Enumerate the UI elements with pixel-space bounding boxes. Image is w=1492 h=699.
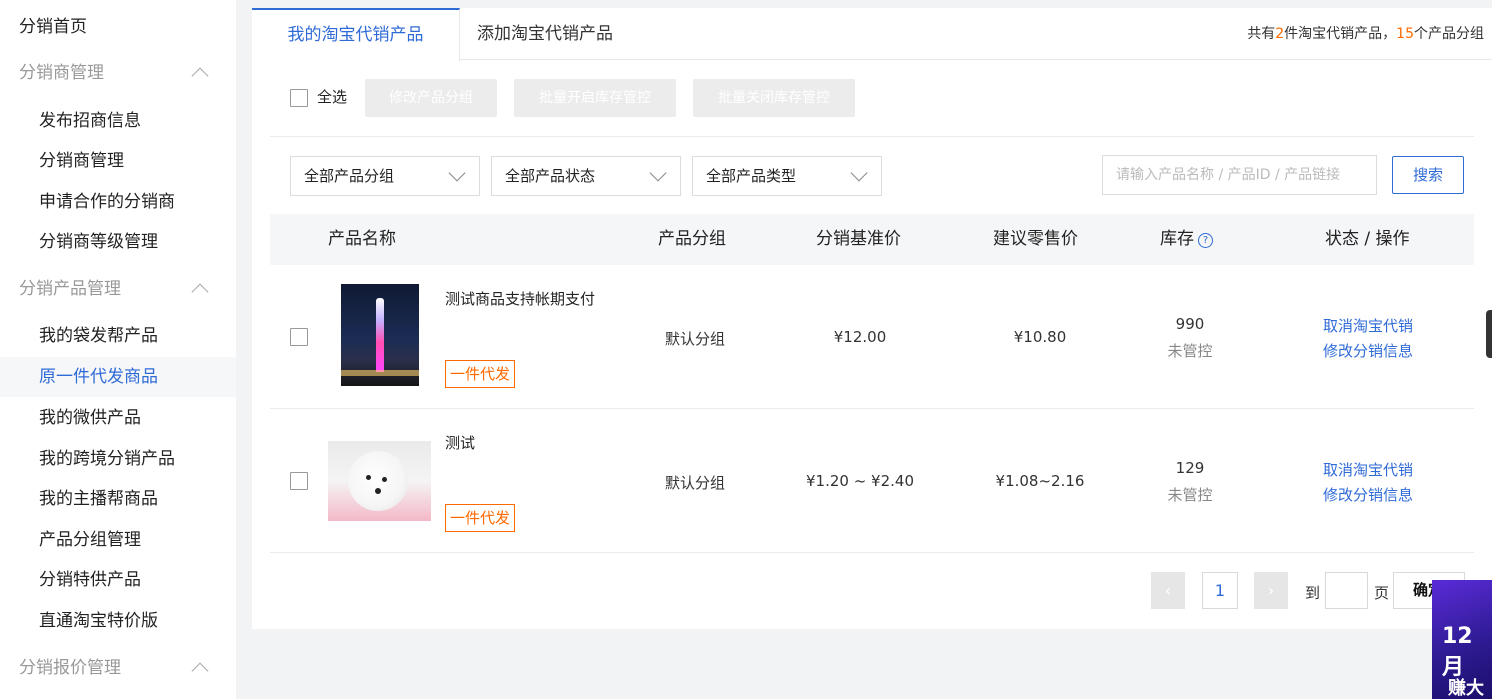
disable-stock-control-button[interactable]: 批量关闭库存管控 [693,79,855,117]
main-panel: 我的淘宝代销产品 添加淘宝代销产品 共有2件淘宝代销产品，15个产品分组 全选 … [252,8,1492,629]
help-icon[interactable]: ? [1198,233,1213,248]
sidebar-group-label: 分销产品管理 [19,279,121,299]
select-all-label: 全选 [317,88,348,106]
group-filter-select[interactable]: 全部产品分组 [290,156,480,196]
sidebar-item-apply-distributor[interactable]: 申请合作的分销商 [0,182,236,222]
page-number-input[interactable] [1325,572,1368,609]
product-thumbnail[interactable] [328,441,431,521]
header-product-group: 产品分组 [658,229,726,249]
next-page-button[interactable]: › [1254,572,1288,609]
puppy-eye [366,475,371,480]
promo-title: 12月 [1442,624,1473,680]
cancel-taobao-link[interactable]: 取消淘宝代销 [1323,315,1413,336]
group-filter-value: 全部产品分组 [304,167,395,185]
header-status-action: 状态 / 操作 [1325,229,1410,249]
retail-price: ¥10.80 [1013,328,1067,346]
row-checkbox[interactable] [290,472,308,490]
chevron-up-icon [191,67,209,85]
sidebar-item-group-manage[interactable]: 产品分组管理 [0,520,236,560]
puppy-nose [375,488,381,494]
table-row: 测试 一件代发 默认分组 ¥1.20 ~ ¥2.40 ¥1.08~2.16 12… [270,409,1474,553]
summary-count: 2 [1275,26,1285,42]
dropship-tag: 一件代发 [445,504,516,532]
type-filter-select[interactable]: 全部产品类型 [692,156,882,196]
type-filter-value: 全部产品类型 [706,167,797,185]
summary-text: 个产品分组 [1414,26,1484,42]
product-group: 默认分组 [664,474,725,492]
stock-status: 未管控 [1167,486,1213,504]
retail-price: ¥1.08~2.16 [995,472,1085,490]
sidebar-item-taobao-special[interactable]: 直通淘宝特价版 [0,601,236,641]
summary-text: 件淘宝代销产品， [1284,26,1397,42]
product-summary: 共有2件淘宝代销产品，15个产品分组 [1247,8,1484,60]
puppy-eye [382,477,387,482]
stock-count: 990 [1175,315,1205,333]
stock-count: 129 [1175,459,1205,477]
product-name-link[interactable]: 测试 [445,432,475,453]
search-input[interactable] [1102,155,1377,195]
search-button[interactable]: 搜索 [1392,156,1464,194]
dropship-tag: 一件代发 [445,360,516,388]
edit-distribution-link[interactable]: 修改分销信息 [1323,484,1413,505]
sidebar-item-crossborder[interactable]: 我的跨境分销产品 [0,439,236,479]
chevron-down-icon [448,164,466,182]
sidebar-item-anchor[interactable]: 我的主播帮商品 [0,479,236,519]
header-retail-price: 建议零售价 [993,229,1078,249]
enable-stock-control-button[interactable]: 批量开启库存管控 [514,79,676,117]
promo-banner[interactable]: 12月 赚大 [1432,580,1492,699]
product-group: 默认分组 [664,330,725,348]
page-label: 页 [1374,584,1390,602]
promo-subtitle: 赚大 [1448,678,1484,699]
tab-add-taobao-products[interactable]: 添加淘宝代销产品 [460,8,630,60]
header-stock-label: 库存 [1160,229,1194,249]
summary-group-count: 15 [1396,26,1414,42]
chevron-up-icon [191,662,209,680]
base-price: ¥1.20 ~ ¥2.40 [806,472,914,490]
sidebar-group-distributor[interactable]: 分销商管理 [0,53,236,93]
sidebar-item-dropship[interactable]: 原一件代发商品 [0,357,236,397]
header-stock: 库存? [1160,214,1213,265]
stock-status: 未管控 [1167,342,1213,360]
sidebar-item-daifabang[interactable]: 我的袋发帮产品 [0,316,236,356]
sidebar-item-home[interactable]: 分销首页 [0,7,236,47]
sidebar-item-distributor-manage[interactable]: 分销商管理 [0,141,236,181]
sidebar-item-level-manage[interactable]: 分销商等级管理 [0,222,236,262]
sidebar-item-weigong[interactable]: 我的微供产品 [0,398,236,438]
sidebar-item-special[interactable]: 分销特供产品 [0,560,236,600]
summary-text: 共有 [1247,26,1276,42]
floating-handle[interactable] [1486,310,1492,358]
city-lights [341,370,419,376]
table-header: 产品名称 产品分组 分销基准价 建议零售价 库存? 状态 / 操作 [270,214,1474,265]
page-1-button[interactable]: 1 [1202,572,1238,609]
cancel-taobao-link[interactable]: 取消淘宝代销 [1323,459,1413,480]
base-price: ¥12.00 [833,328,887,346]
edit-distribution-link[interactable]: 修改分销信息 [1323,340,1413,361]
puppy-shape [348,451,408,511]
goto-label: 到 [1305,584,1321,602]
table-row: 测试商品支持帐期支付 一件代发 默认分组 ¥12.00 ¥10.80 990 未… [270,265,1474,409]
status-filter-select[interactable]: 全部产品状态 [491,156,681,196]
tab-my-taobao-products[interactable]: 我的淘宝代销产品 [252,8,460,61]
chevron-up-icon [191,283,209,301]
sidebar-group-products[interactable]: 分销产品管理 [0,269,236,309]
header-product-name: 产品名称 [328,229,396,249]
row-checkbox[interactable] [290,328,308,346]
product-thumbnail[interactable] [341,284,419,386]
sidebar: 分销首页 分销商管理 发布招商信息 分销商管理 申请合作的分销商 分销商等级管理… [0,0,236,699]
status-filter-value: 全部产品状态 [505,167,596,185]
prev-page-button[interactable]: ‹ [1151,572,1185,609]
sidebar-group-label: 分销商管理 [19,63,104,83]
chevron-down-icon [649,164,667,182]
header-base-price: 分销基准价 [816,229,901,249]
product-name-link[interactable]: 测试商品支持帐期支付 [445,288,595,309]
select-all-checkbox[interactable] [290,89,308,107]
tab-bar: 我的淘宝代销产品 添加淘宝代销产品 共有2件淘宝代销产品，15个产品分组 [252,8,1492,61]
divider [270,136,1474,137]
sidebar-group-label: 分销报价管理 [19,658,121,678]
tower-shape [376,298,384,372]
sidebar-group-quote[interactable]: 分销报价管理 [0,648,236,688]
edit-group-button[interactable]: 修改产品分组 [365,79,497,117]
sidebar-item-publish-recruit[interactable]: 发布招商信息 [0,101,236,141]
chevron-down-icon [850,164,868,182]
